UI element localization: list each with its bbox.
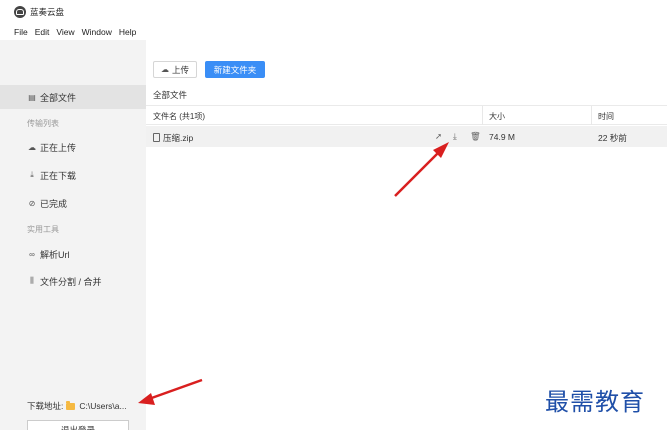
main-panel: ☁ 上传 新建文件夹 全部文件 文件名 (共1项) 大小 时间 压缩.zip ➚…: [146, 40, 667, 430]
file-time: 22 秒前: [598, 133, 627, 143]
section-transfer-list: 传输列表: [27, 119, 59, 128]
app-logo-icon: [14, 6, 26, 18]
link-icon: ∞: [29, 249, 35, 259]
column-header-time[interactable]: 时间: [598, 111, 614, 122]
menu-help[interactable]: Help: [119, 27, 136, 37]
column-header-name[interactable]: 文件名 (共1项): [153, 111, 205, 122]
breadcrumb: 全部文件: [153, 90, 188, 100]
folder-icon: ▤: [28, 92, 36, 102]
download-icon: ⤓: [30, 170, 34, 179]
folder-icon: [66, 400, 76, 410]
logout-button[interactable]: 退出登录: [27, 420, 129, 430]
download-path-value: C:\Users\a...: [79, 401, 127, 411]
sidebar-item-downloading[interactable]: ⤓ 正在下载: [0, 163, 146, 187]
sidebar-item-split-merge[interactable]: ⫼ 文件分割 / 合并: [0, 269, 146, 293]
app-title: 蓝奏云盘: [30, 7, 65, 17]
sidebar-item-label: 正在下载: [40, 170, 77, 181]
download-path-label: 下载地址:: [27, 401, 64, 411]
delete-icon[interactable]: 🗑: [470, 131, 481, 142]
menu-file[interactable]: File: [14, 27, 28, 37]
sidebar-item-label: 正在上传: [40, 142, 77, 153]
new-folder-button[interactable]: 新建文件夹: [205, 61, 265, 78]
sidebar-item-uploading[interactable]: ☁ 正在上传: [0, 135, 146, 159]
sidebar-item-label: 解析Url: [40, 249, 70, 260]
cloud-upload-icon: ☁: [28, 142, 36, 152]
table-row[interactable]: 压缩.zip ➚ ⤓ 🗑 74.9 M 22 秒前: [146, 126, 667, 147]
download-path[interactable]: 下载地址: C:\Users\a...: [27, 400, 127, 412]
menu-edit[interactable]: Edit: [35, 27, 50, 37]
upload-button-label: 上传: [171, 64, 189, 75]
sidebar-item-label: 已完成: [40, 198, 68, 209]
watermark: 最需教育: [545, 388, 645, 416]
menu-window[interactable]: Window: [82, 27, 112, 37]
sidebar-item-label: 文件分割 / 合并: [40, 276, 102, 287]
sidebar: ▤ 全部文件 传输列表 ☁ 正在上传 ⤓ 正在下载 ⊘ 已完成 实用工具 ∞ 解…: [0, 40, 146, 430]
file-name-cell[interactable]: 压缩.zip: [153, 132, 193, 144]
file-size: 74.9 M: [489, 132, 515, 142]
download-icon[interactable]: ⤓: [453, 131, 457, 142]
sidebar-item-parse-url[interactable]: ∞ 解析Url: [0, 242, 146, 266]
menu-view[interactable]: View: [56, 27, 74, 37]
sidebar-item-all-files[interactable]: ▤ 全部文件: [0, 85, 146, 109]
sidebar-item-completed[interactable]: ⊘ 已完成: [0, 191, 146, 215]
column-header-size[interactable]: 大小: [489, 111, 505, 122]
file-name: 压缩.zip: [163, 133, 194, 143]
cloud-upload-icon: ☁: [160, 65, 169, 74]
file-icon: [153, 133, 160, 142]
table-header: 文件名 (共1项) 大小 时间: [146, 105, 667, 125]
section-tools: 实用工具: [27, 225, 59, 234]
column-divider: [591, 106, 592, 125]
share-icon[interactable]: ➚: [435, 131, 442, 142]
sidebar-item-label: 全部文件: [40, 92, 77, 103]
menu-bar: File Edit View Window Help: [0, 24, 667, 40]
check-circle-icon: ⊘: [28, 198, 36, 208]
upload-button[interactable]: ☁ 上传: [153, 61, 197, 78]
column-divider: [482, 106, 483, 125]
title-bar: 蓝奏云盘: [0, 0, 667, 24]
split-icon: ⫼: [30, 276, 34, 285]
